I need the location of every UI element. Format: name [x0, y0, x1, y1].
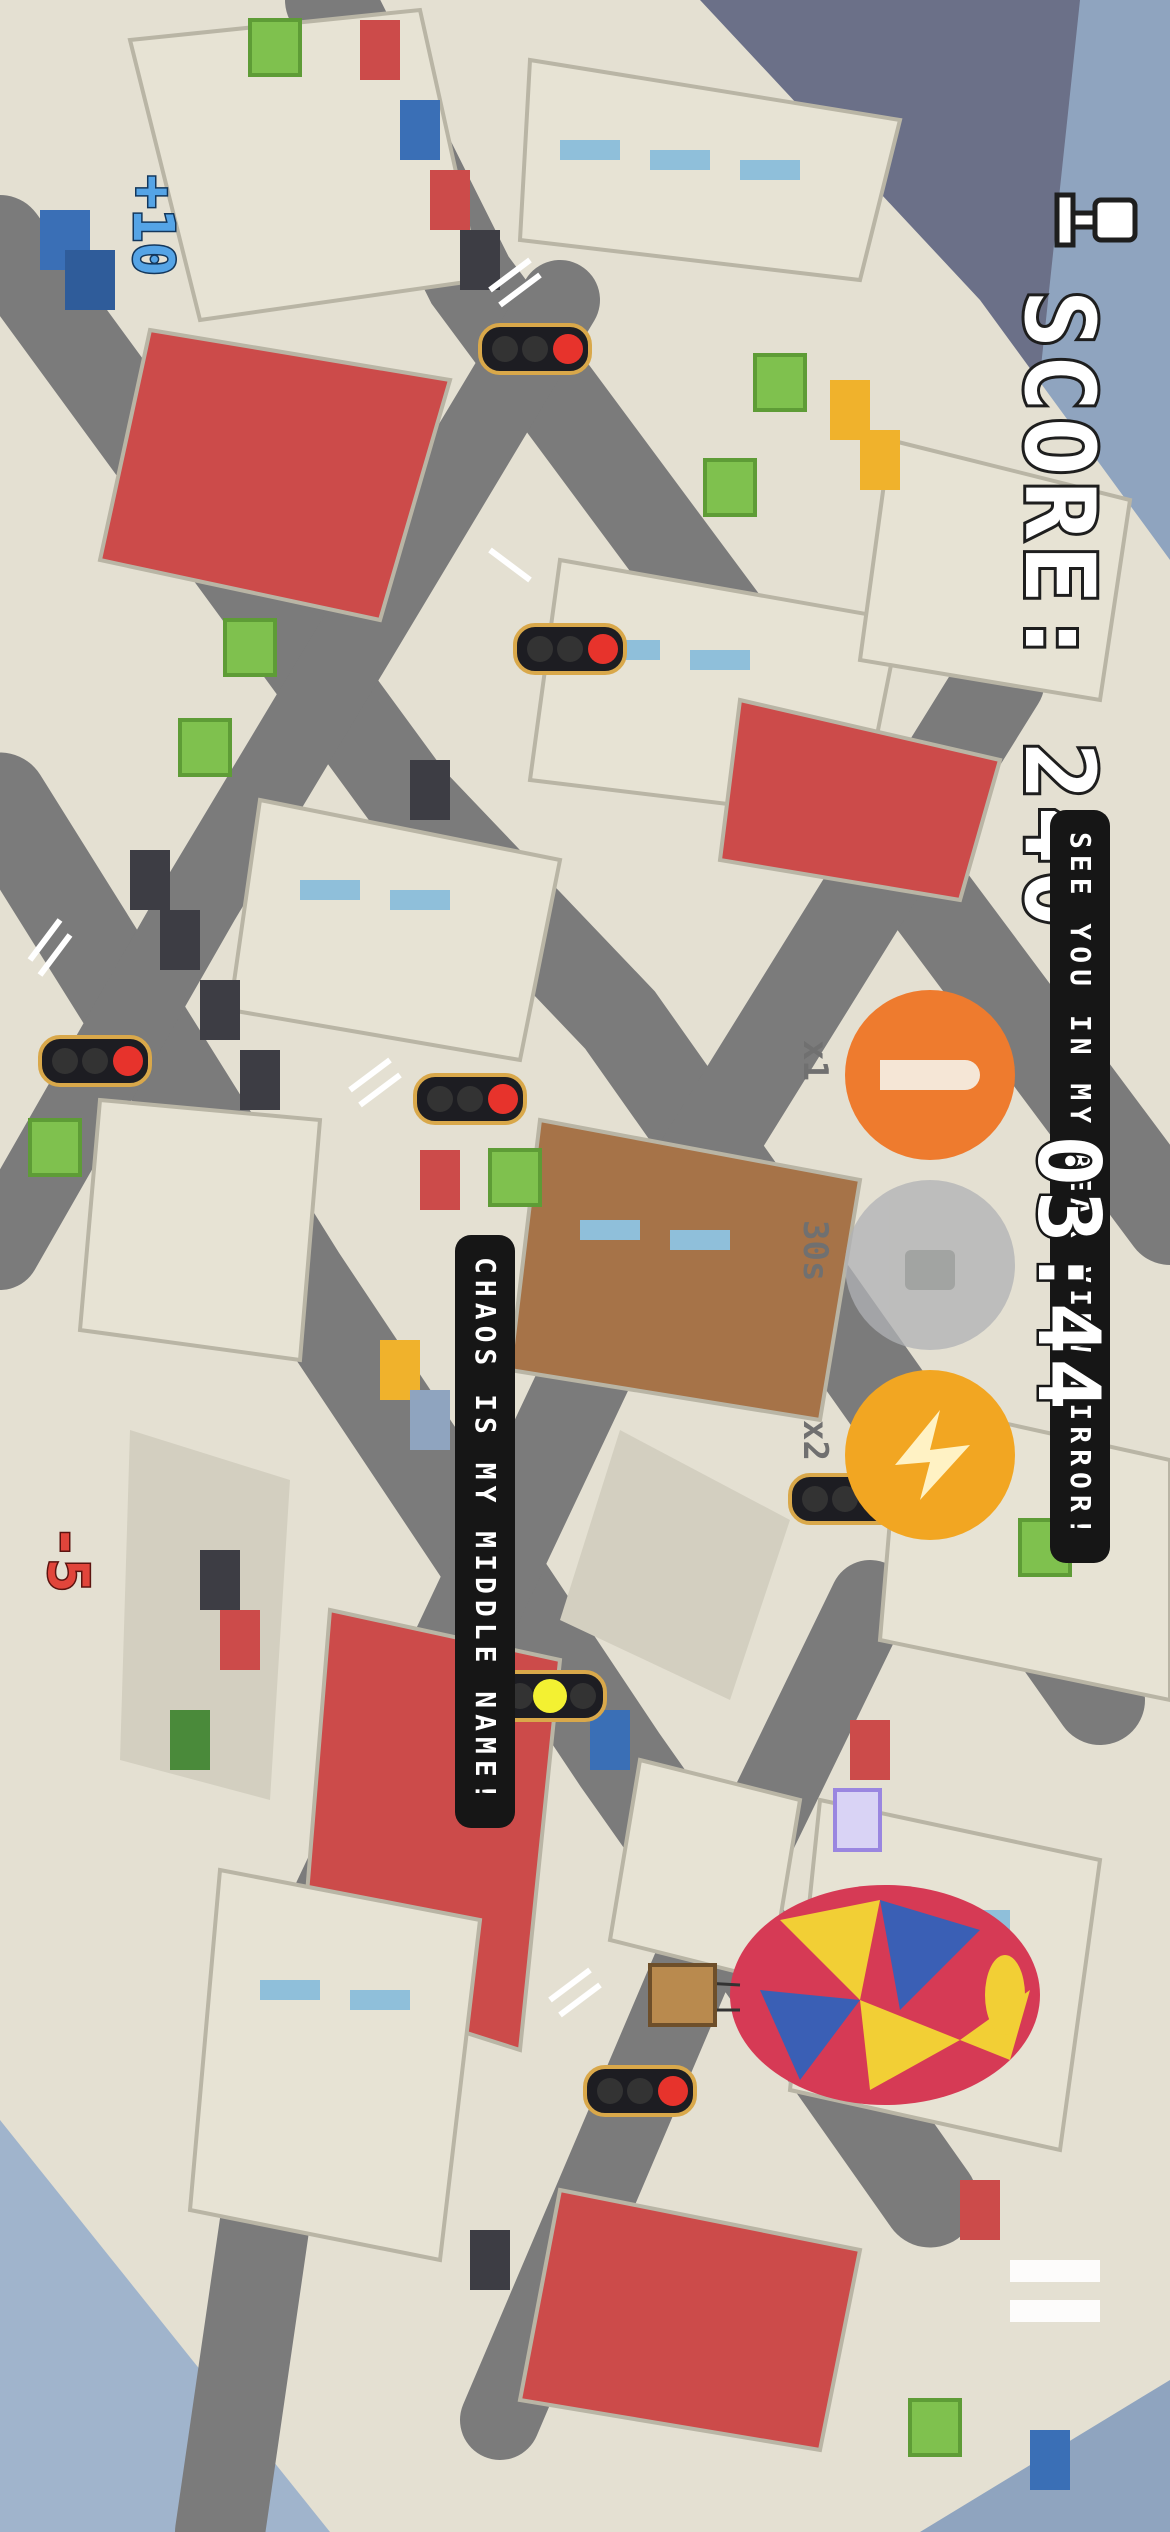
traffic-light-red[interactable] [583, 2065, 697, 2117]
pause-button[interactable] [1010, 2255, 1100, 2345]
timer: 03:44 [1016, 1133, 1121, 1417]
lightning-icon [895, 1410, 970, 1500]
score-label: SCORE: [1000, 287, 1118, 676]
score-popup-plus: +10 [119, 174, 187, 278]
pause-icon [1010, 2260, 1100, 2322]
traffic-light-red[interactable] [478, 323, 592, 375]
rocket-powerup-button[interactable] [845, 990, 1015, 1160]
traffic-light-red[interactable] [513, 623, 627, 675]
lightning-count: x2 [795, 1420, 835, 1461]
rocket-icon [880, 1060, 980, 1090]
traffic-light-red[interactable] [413, 1073, 527, 1125]
lock-timer: 30s [795, 1220, 835, 1282]
robot-character [833, 1788, 882, 1852]
speech-banner: CHAOS IS MY MIDDLE NAME! [455, 1235, 515, 1828]
lock-icon [905, 1250, 955, 1290]
rocket-count: x1 [795, 1040, 835, 1081]
traffic-light-red[interactable] [38, 1035, 152, 1087]
trophy-icon [1040, 175, 1150, 265]
score-popup-minus: -5 [34, 1524, 102, 1594]
locked-powerup-button[interactable] [845, 1180, 1015, 1350]
lightning-powerup-button[interactable] [845, 1370, 1015, 1540]
